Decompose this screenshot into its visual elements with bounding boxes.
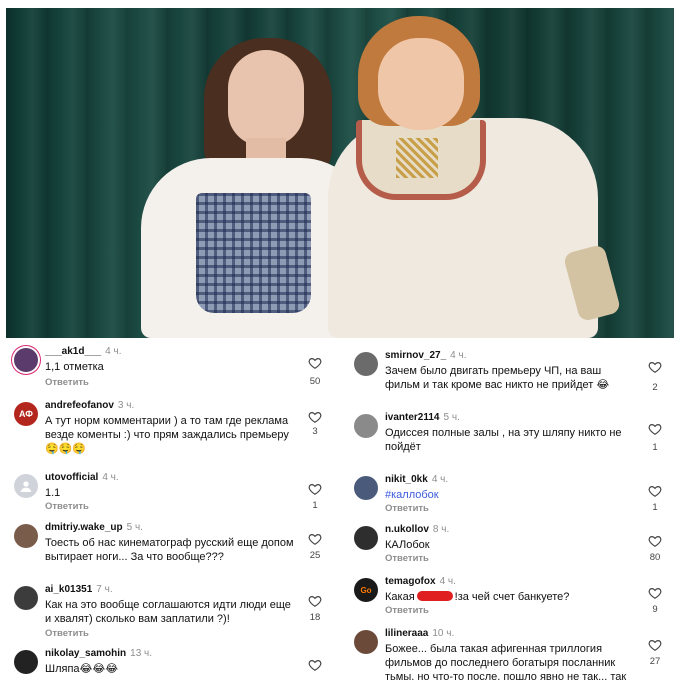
- reply-button[interactable]: Ответить: [45, 628, 89, 639]
- comment-text: Шляпа😂😂😂: [45, 663, 119, 675]
- comment-text-end: !за чей счет банкуете?: [454, 591, 570, 603]
- comment-time: 10 ч.: [432, 628, 455, 639]
- comment-text: Одиссея полные залы , на эту шляпу никто…: [385, 427, 622, 453]
- heart-outline-icon[interactable]: [648, 484, 662, 498]
- like-count: 2: [652, 382, 658, 393]
- comment-time: 8 ч.: [432, 524, 450, 535]
- comment-text: 1.1: [45, 487, 61, 499]
- like-count: 80: [649, 552, 661, 563]
- heart-outline-icon[interactable]: [308, 410, 322, 424]
- post-photo[interactable]: [6, 8, 674, 338]
- comment-text: 1,1 отметка: [45, 361, 104, 373]
- comment-time: 5 ч.: [126, 522, 143, 533]
- comment-username[interactable]: ___ak1d___: [45, 346, 101, 357]
- comment-username[interactable]: nikolay_samohin: [45, 648, 126, 659]
- comment-text: А тут норм комментарии ) а то там где ре…: [45, 415, 289, 455]
- like-count: 27: [649, 656, 661, 667]
- like-count: 1: [652, 502, 658, 513]
- comment-text: Божее... была такая афигенная триллогия …: [385, 643, 627, 680]
- comment-time: 3 ч.: [117, 400, 135, 411]
- avatar[interactable]: [14, 474, 38, 498]
- avatar[interactable]: [354, 414, 378, 438]
- avatar[interactable]: [14, 650, 38, 674]
- heart-outline-icon[interactable]: [308, 356, 322, 370]
- comment-username[interactable]: utovofficial: [45, 472, 98, 483]
- reply-button[interactable]: Ответить: [385, 503, 429, 514]
- comment-text: КАЛобок: [385, 539, 430, 551]
- comment-time: 13 ч.: [130, 648, 153, 659]
- comment-text: Как на это вообще соглашаются идти люди …: [45, 599, 291, 625]
- comment-time: 4 ч.: [102, 472, 119, 483]
- heart-outline-icon[interactable]: [308, 532, 322, 546]
- like-count: 50: [309, 376, 321, 387]
- heart-outline-icon[interactable]: [308, 658, 322, 672]
- avatar[interactable]: [14, 348, 38, 372]
- comment-username[interactable]: ai_k01351: [45, 584, 92, 595]
- comment-username[interactable]: dmitriy.wake_up: [45, 522, 123, 533]
- comment-time: 7 ч.: [96, 584, 113, 595]
- reply-button[interactable]: Ответить: [45, 501, 89, 512]
- comments-column-right: smirnov_27_ 4 ч. Зачем было двигать премь…: [340, 340, 680, 680]
- avatar[interactable]: Go: [354, 578, 378, 602]
- comment-username[interactable]: ivanter2114: [385, 412, 440, 423]
- comment-text: Зачем было двигать премьеру ЧП, на ваш ф…: [385, 365, 610, 391]
- heart-outline-icon[interactable]: [648, 360, 662, 374]
- heart-outline-icon[interactable]: [648, 638, 662, 652]
- woman-plaid-bodice: [196, 193, 311, 313]
- hashtag-link[interactable]: #каллобок: [385, 488, 635, 502]
- comment-username[interactable]: smirnov_27_: [385, 350, 446, 361]
- like-count: 3: [312, 426, 318, 437]
- comment-time: 4 ч.: [431, 474, 449, 485]
- heart-outline-icon[interactable]: [648, 534, 662, 548]
- comment-text: Какая !за чей счет банкуете?: [385, 590, 635, 604]
- comment-username[interactable]: andrefeofanov: [45, 400, 114, 411]
- heart-outline-icon[interactable]: [648, 586, 662, 600]
- heart-outline-icon[interactable]: [308, 594, 322, 608]
- avatar[interactable]: [14, 524, 38, 548]
- comment-username[interactable]: n.ukollov: [385, 524, 429, 535]
- redaction-mark: [416, 591, 453, 601]
- woman-face: [228, 50, 304, 146]
- like-count: 18: [309, 612, 321, 623]
- reply-button[interactable]: Ответить: [45, 377, 89, 388]
- comment-username[interactable]: lilineraaa: [385, 628, 428, 639]
- like-count: 25: [309, 550, 321, 561]
- comment-time: 4 ч.: [105, 346, 122, 357]
- comment-text: Тоесть об нас кинематограф русский еще д…: [45, 537, 294, 563]
- avatar[interactable]: [354, 476, 378, 500]
- comment-time: 5 ч.: [443, 412, 460, 423]
- avatar[interactable]: [354, 526, 378, 550]
- comment-time: 4 ч.: [439, 576, 456, 587]
- like-count: 1: [652, 442, 658, 453]
- comment-time: 4 ч.: [450, 350, 467, 361]
- reply-button[interactable]: Ответить: [385, 605, 429, 616]
- man-face: [378, 38, 464, 130]
- avatar[interactable]: АФ: [14, 402, 38, 426]
- default-user-icon: [20, 481, 32, 492]
- heart-outline-icon[interactable]: [648, 422, 662, 436]
- like-count: 1: [312, 500, 318, 511]
- reply-button[interactable]: Ответить: [385, 553, 429, 564]
- man-chest-embroidery: [396, 138, 438, 178]
- avatar[interactable]: [354, 352, 378, 376]
- comment-text-start: Какая: [385, 591, 415, 603]
- comments-column-left: ___ak1d___ 4 ч. 1,1 отметка Ответить 50 А…: [0, 340, 340, 680]
- avatar[interactable]: [354, 630, 378, 654]
- comment-username[interactable]: temagofox: [385, 576, 436, 587]
- avatar[interactable]: [14, 586, 38, 610]
- like-count: 9: [652, 604, 658, 615]
- comment-username[interactable]: nikit_0kk: [385, 474, 428, 485]
- heart-outline-icon[interactable]: [308, 482, 322, 496]
